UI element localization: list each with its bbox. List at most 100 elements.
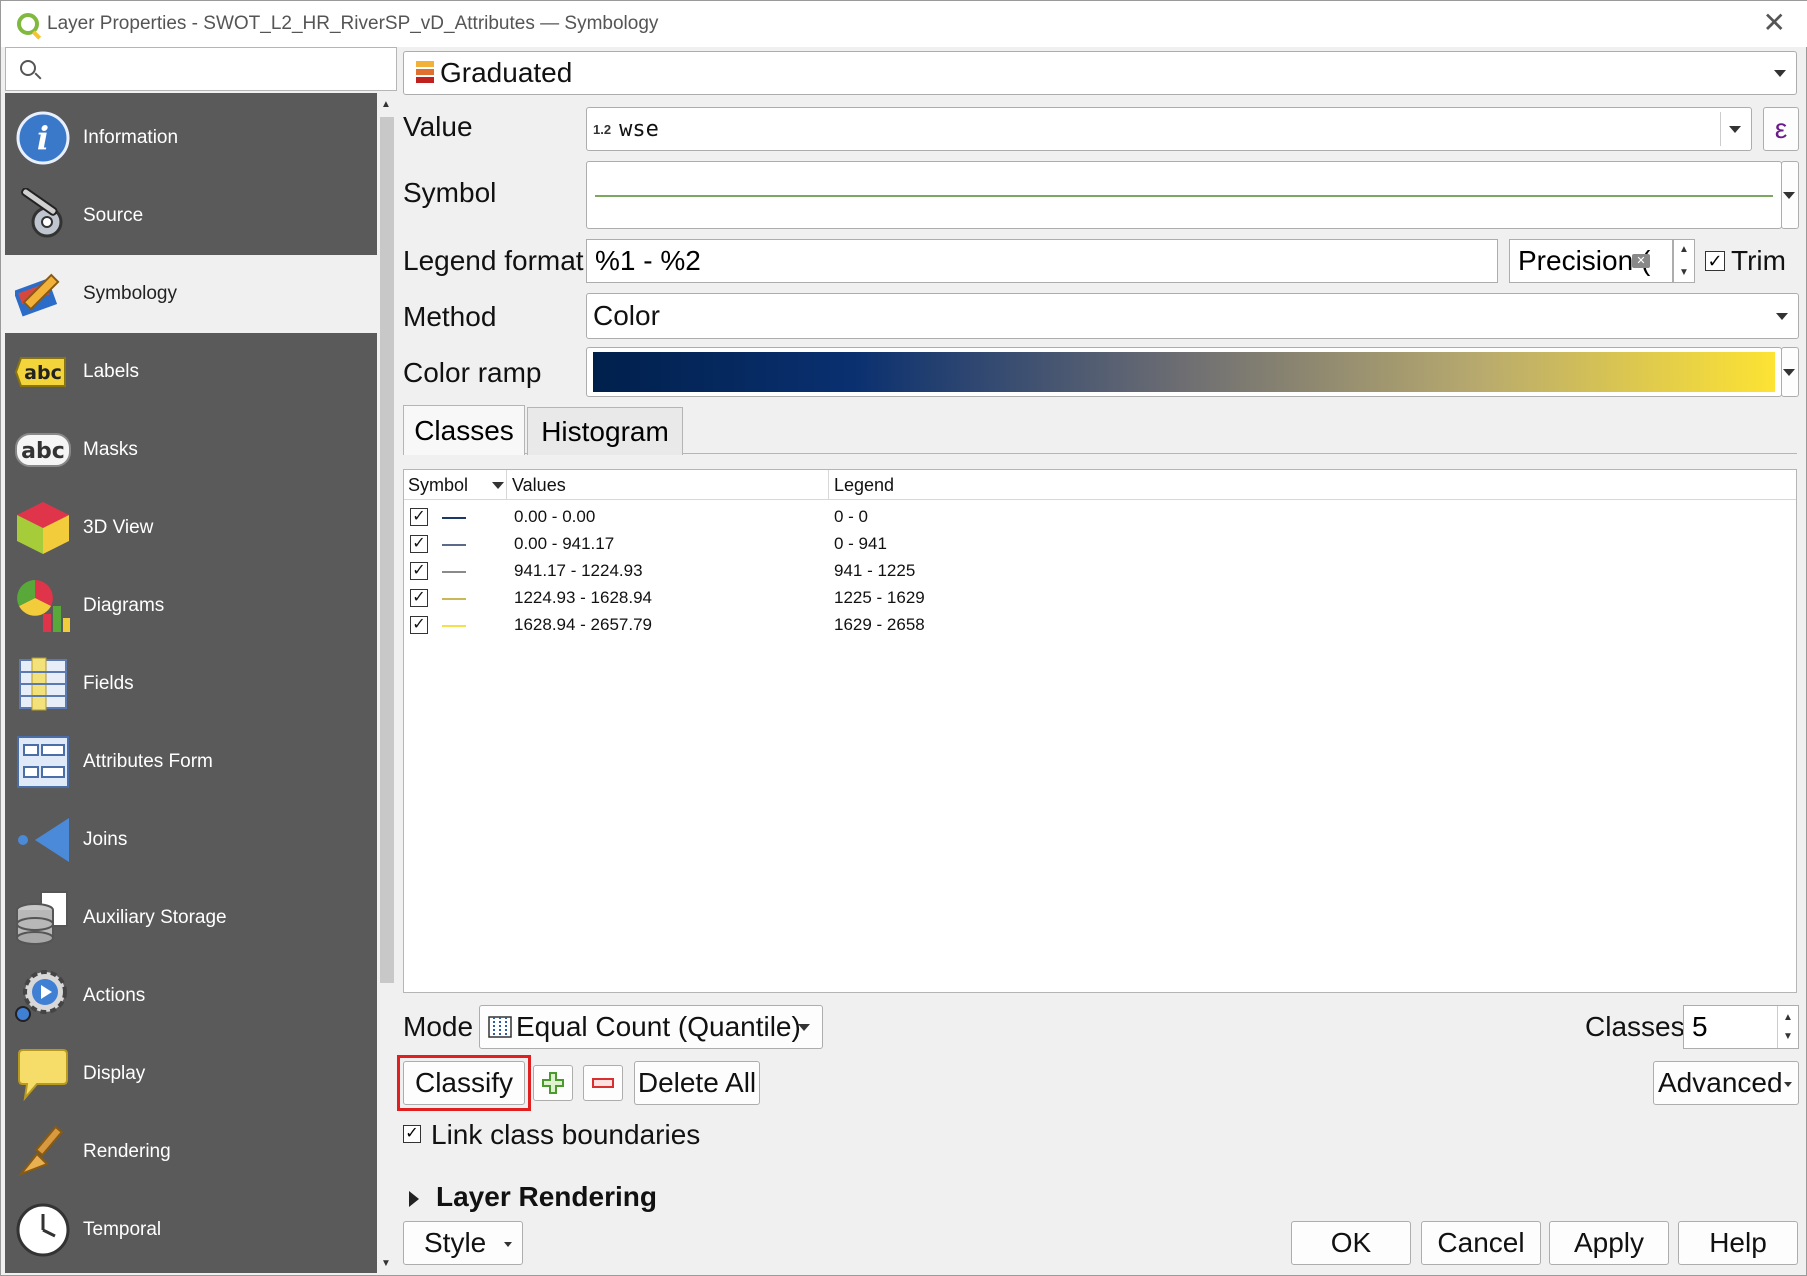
class-checkbox[interactable]: ✓ (410, 508, 428, 526)
class-symbol-swatch[interactable] (442, 625, 466, 627)
precision-stepper[interactable]: ▲ ▼ (1673, 239, 1695, 283)
header-values[interactable]: Values (512, 475, 566, 496)
table-row[interactable]: ✓ 0.00 - 941.17 0 - 941 (404, 531, 1796, 558)
class-checkbox[interactable]: ✓ (410, 535, 428, 553)
table-row[interactable]: ✓ 1224.93 - 1628.94 1225 - 1629 (404, 585, 1796, 612)
style-button[interactable]: Style (403, 1221, 523, 1265)
sidebar-item-auxiliary-storage[interactable]: Auxiliary Storage (5, 879, 377, 957)
sidebar-item-temporal[interactable]: Temporal (5, 1191, 377, 1269)
method-dropdown[interactable]: Color (586, 293, 1799, 339)
class-values[interactable]: 0.00 - 941.17 (514, 534, 614, 554)
sidebar-item-attributes-form[interactable]: Attributes Form (5, 723, 377, 801)
tab-histogram[interactable]: Histogram (527, 407, 683, 455)
stepper-down-icon[interactable]: ▼ (1676, 267, 1692, 278)
sidebar-item-source[interactable]: Source (5, 177, 377, 255)
sidebar-item-symbology[interactable]: Symbology (5, 255, 377, 333)
header-symbol[interactable]: Symbol (408, 475, 468, 496)
stepper-down-icon[interactable]: ▼ (1780, 1031, 1796, 1042)
scroll-down-icon[interactable]: ▼ (381, 1258, 391, 1269)
table-row[interactable]: ✓ 941.17 - 1224.93 941 - 1225 (404, 558, 1796, 585)
class-legend[interactable]: 1225 - 1629 (834, 588, 925, 608)
class-checkbox[interactable]: ✓ (410, 616, 428, 634)
value-field-combobox[interactable]: 1.2 wse (586, 107, 1752, 151)
class-symbol-swatch[interactable] (442, 517, 466, 519)
class-values[interactable]: 0.00 - 0.00 (514, 507, 595, 527)
remove-class-button[interactable] (583, 1065, 623, 1101)
stepper-up-icon[interactable]: ▲ (1676, 244, 1692, 255)
color-ramp-button[interactable] (586, 347, 1782, 397)
class-checkbox[interactable]: ✓ (410, 562, 428, 580)
expression-button[interactable]: ε (1763, 107, 1799, 151)
sidebar-scrollbar[interactable]: ▲ ▼ (377, 93, 397, 1273)
classes-count-label: Classes (1585, 1011, 1685, 1042)
class-symbol-swatch[interactable] (442, 571, 466, 573)
sidebar-item-label: Auxiliary Storage (83, 907, 227, 928)
layer-rendering-header[interactable]: Layer Rendering (436, 1181, 657, 1213)
classes-table[interactable]: Symbol Values Legend ✓ 0.00 - 0.00 0 - 0… (403, 469, 1797, 993)
scrollbar-thumb[interactable] (380, 117, 394, 983)
scroll-up-icon[interactable]: ▲ (381, 99, 391, 110)
classes-count-spinbox[interactable]: 5 ▲ ▼ (1683, 1005, 1799, 1049)
renderer-type-dropdown[interactable]: Graduated (403, 51, 1797, 95)
header-legend[interactable]: Legend (834, 475, 894, 496)
help-button[interactable]: Help (1678, 1221, 1798, 1265)
apply-button[interactable]: Apply (1549, 1221, 1669, 1265)
close-icon[interactable]: ✕ (1763, 9, 1786, 37)
chevron-down-icon (1784, 1082, 1792, 1087)
class-legend[interactable]: 941 - 1225 (834, 561, 915, 581)
class-symbol-swatch[interactable] (442, 598, 466, 600)
form-icon (15, 734, 71, 790)
sidebar-item-label: Masks (83, 439, 138, 460)
sidebar-item-joins[interactable]: Joins (5, 801, 377, 879)
class-legend[interactable]: 1629 - 2658 (834, 615, 925, 635)
clock-icon (15, 1202, 71, 1258)
color-ramp-preview (593, 352, 1775, 392)
legend-format-input[interactable]: %1 - %2 (586, 239, 1498, 283)
class-values[interactable]: 1628.94 - 2657.79 (514, 615, 652, 635)
sidebar-item-information[interactable]: i Information (5, 99, 377, 177)
add-class-button[interactable] (533, 1065, 573, 1101)
sidebar-item-diagrams[interactable]: Diagrams (5, 567, 377, 645)
sidebar-item-fields[interactable]: Fields (5, 645, 377, 723)
chevron-down-icon (504, 1242, 512, 1247)
sidebar-item-actions[interactable]: Actions (5, 957, 377, 1035)
table-row[interactable]: ✓ 1628.94 - 2657.79 1629 - 2658 (404, 612, 1796, 639)
cancel-button[interactable]: Cancel (1421, 1221, 1541, 1265)
class-symbol-swatch[interactable] (442, 544, 466, 546)
tab-classes[interactable]: Classes (403, 405, 525, 455)
class-checkbox[interactable]: ✓ (410, 589, 428, 607)
table-row[interactable]: ✓ 0.00 - 0.00 0 - 0 (404, 504, 1796, 531)
search-input[interactable] (5, 47, 397, 91)
color-ramp-menu-button[interactable] (1781, 347, 1799, 397)
link-boundaries-label[interactable]: Link class boundaries (431, 1119, 700, 1151)
sidebar-item-3d-view[interactable]: 3D View (5, 489, 377, 567)
clear-icon[interactable]: ✕ (1632, 254, 1650, 268)
expand-right-icon[interactable] (409, 1191, 419, 1207)
combobox-divider (1720, 112, 1721, 146)
sidebar-item-labels[interactable]: abc Labels (5, 333, 377, 411)
class-values[interactable]: 941.17 - 1224.93 (514, 561, 643, 581)
symbol-button[interactable] (586, 161, 1782, 229)
precision-spinbox[interactable]: Precision ( ✕ (1509, 239, 1673, 283)
sidebar-item-rendering[interactable]: Rendering (5, 1113, 377, 1191)
sidebar-item-label: Actions (83, 985, 146, 1006)
sidebar: i Information Source Symbology abc Label… (5, 93, 377, 1273)
class-legend[interactable]: 0 - 0 (834, 507, 868, 527)
sidebar-item-display[interactable]: Display (5, 1035, 377, 1113)
classes-count-value: 5 (1692, 1011, 1708, 1042)
delete-all-button[interactable]: Delete All (634, 1061, 760, 1105)
class-values[interactable]: 1224.93 - 1628.94 (514, 588, 652, 608)
advanced-button[interactable]: Advanced (1653, 1061, 1799, 1105)
class-legend[interactable]: 0 - 941 (834, 534, 887, 554)
stepper-up-icon[interactable]: ▲ (1780, 1012, 1796, 1023)
graduated-renderer-icon (416, 61, 434, 83)
precision-label: Precision ( (1518, 245, 1651, 276)
symbol-menu-button[interactable] (1781, 161, 1799, 229)
chevron-down-icon (798, 1024, 810, 1031)
sidebar-item-masks[interactable]: abc Masks (5, 411, 377, 489)
classify-button[interactable]: Classify (403, 1061, 525, 1105)
mode-dropdown[interactable]: Equal Count (Quantile) (479, 1005, 823, 1049)
ok-button[interactable]: OK (1291, 1221, 1411, 1265)
trim-checkbox[interactable]: ✓ (1705, 251, 1725, 271)
link-boundaries-checkbox[interactable]: ✓ (403, 1125, 421, 1143)
